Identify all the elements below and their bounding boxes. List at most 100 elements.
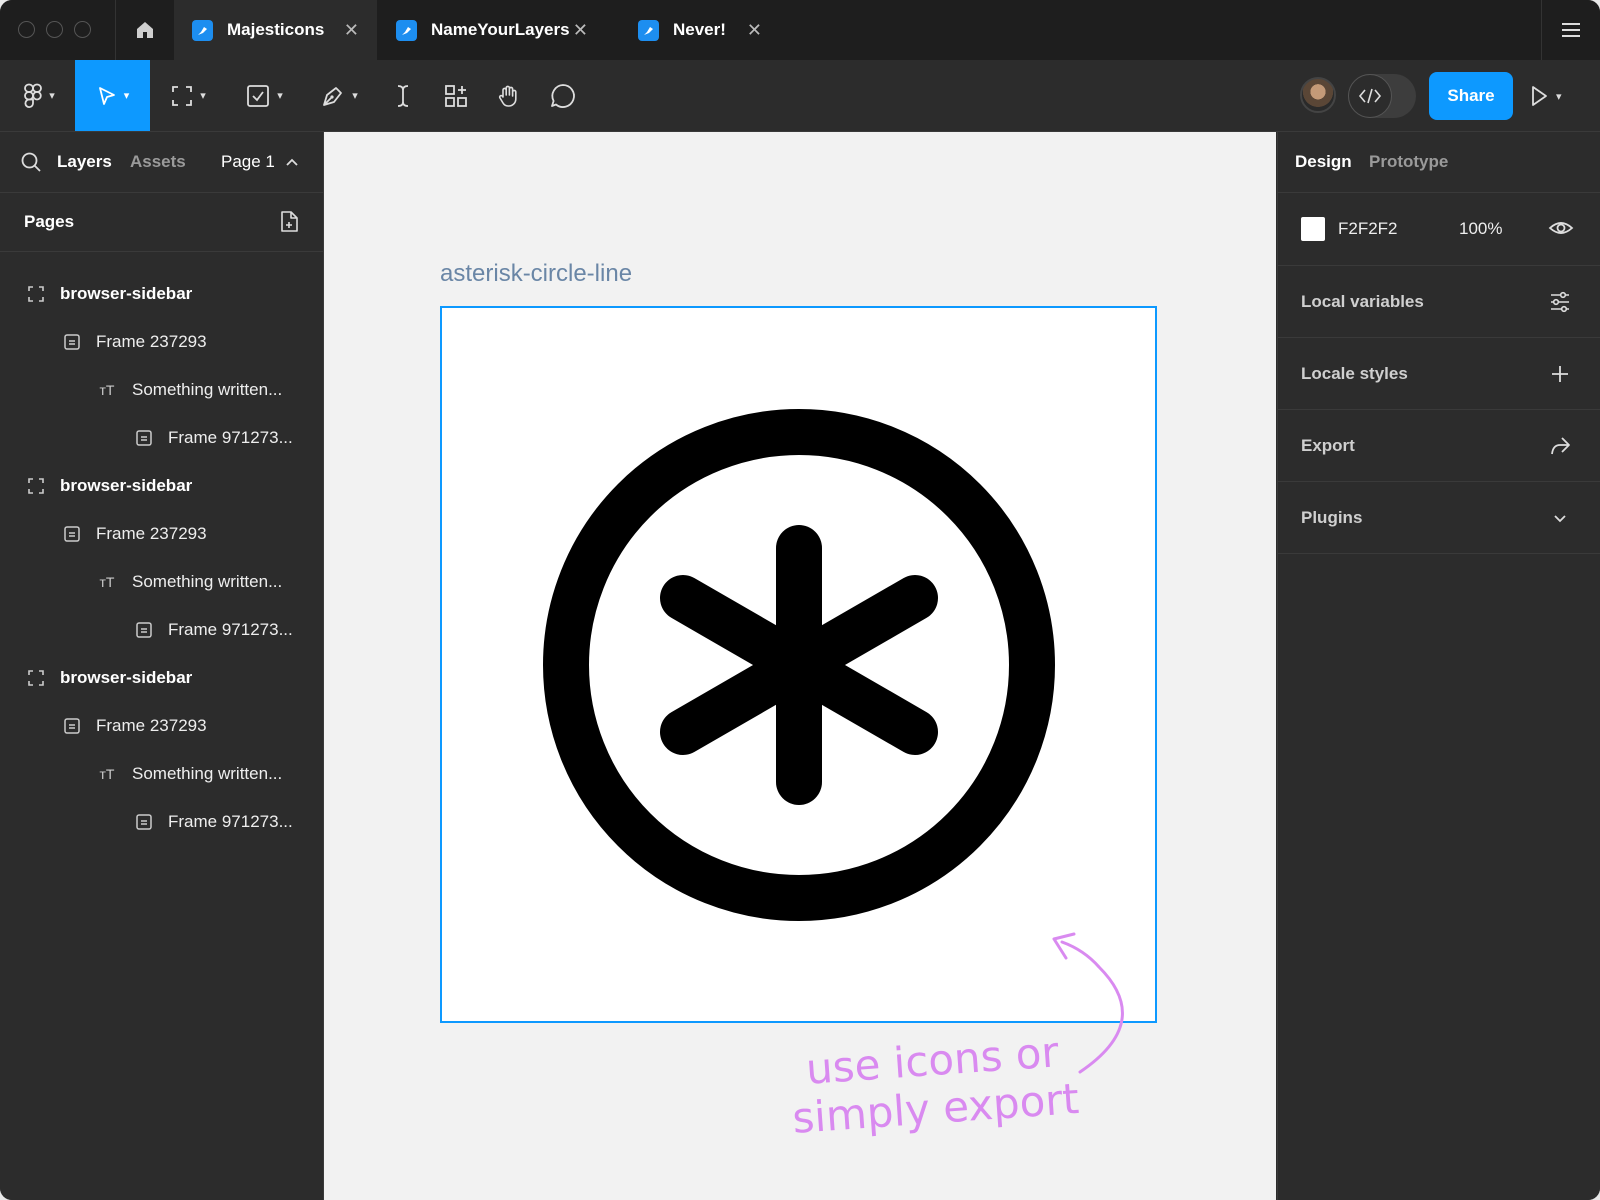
hamburger-icon [1562, 23, 1580, 37]
page-selector-label: Page 1 [221, 152, 275, 171]
chevron-down-icon: ▾ [352, 90, 358, 102]
layer-row[interactable]: Frame 237293 [0, 510, 322, 558]
layer-label: Frame 237293 [96, 332, 207, 351]
shape-tool-button[interactable]: ▾ [236, 60, 292, 131]
tab-assets[interactable]: Assets [130, 152, 186, 172]
share-button[interactable]: Share [1429, 72, 1513, 120]
layer-row[interactable]: Frame 971273... [0, 798, 322, 846]
minimize-window-button[interactable] [46, 21, 63, 38]
text-icon: ᴛT [99, 766, 115, 782]
hand-icon [498, 85, 517, 107]
plus-icon[interactable] [1548, 362, 1572, 386]
pen-tool-button[interactable]: ▾ [310, 60, 368, 131]
figma-file-icon [638, 19, 659, 41]
background-hex-value[interactable]: F2F2F2 [1338, 219, 1398, 239]
background-fill-row: F2F2F2 100% [1278, 193, 1600, 266]
pages-label: Pages [24, 212, 75, 231]
layer-row[interactable]: Frame 971273... [0, 414, 322, 462]
tab-layers[interactable]: Layers [57, 152, 112, 172]
text-tool-button[interactable] [390, 60, 416, 131]
chevron-down-icon: ▾ [123, 90, 130, 102]
share-arrow-icon[interactable] [1548, 434, 1572, 458]
frame-icon [26, 284, 46, 304]
hand-tool-button[interactable] [495, 60, 523, 131]
text-cursor-icon [397, 84, 409, 107]
sliders-icon[interactable] [1548, 290, 1572, 314]
figma-file-icon [192, 19, 213, 41]
layer-row[interactable]: Frame 237293 [0, 318, 322, 366]
layer-row[interactable]: ᴛT Something written... [0, 366, 322, 414]
design-panel: Design Prototype F2F2F2 100% Local varia… [1277, 132, 1600, 1200]
home-button[interactable] [115, 0, 175, 60]
frame-label[interactable]: asterisk-circle-line [440, 260, 632, 288]
layer-row[interactable]: Frame 237293 [0, 702, 322, 750]
tab-label: Majesticons [227, 20, 325, 39]
plugins-section[interactable]: Plugins [1278, 482, 1600, 554]
layer-label: browser-sidebar [60, 284, 193, 303]
user-avatar[interactable] [1300, 77, 1336, 113]
chevron-down-icon[interactable] [1548, 506, 1572, 530]
locale-styles-section[interactable]: Locale styles [1278, 338, 1600, 410]
present-button[interactable]: ▾ [1530, 74, 1562, 118]
layer-row[interactable]: browser-sidebar [0, 270, 322, 318]
pen-icon [323, 86, 343, 106]
frame-layout-icon [62, 716, 82, 736]
eye-icon[interactable] [1548, 217, 1574, 239]
comment-tool-button[interactable] [548, 60, 578, 131]
tab-prototype[interactable]: Prototype [1369, 152, 1448, 172]
layer-row[interactable]: browser-sidebar [0, 654, 322, 702]
resources-button[interactable] [442, 60, 470, 131]
app-window: Majesticons ✕ NameYourLayers ✕ Never! ✕ [0, 0, 1600, 1200]
layer-label: Something written... [132, 572, 283, 591]
section-label: Export [1301, 436, 1355, 455]
tab-nameyourlayers[interactable]: NameYourLayers ✕ [378, 0, 606, 60]
text-icon: ᴛT [99, 574, 115, 590]
layer-label: Frame 971273... [168, 620, 293, 639]
frame-layout-icon [134, 620, 154, 640]
layers-panel: Layers Assets Page 1 Pages browser-sideb… [0, 132, 324, 1200]
tab-never[interactable]: Never! ✕ [620, 0, 762, 60]
code-icon [1348, 74, 1392, 118]
export-section[interactable]: Export [1278, 410, 1600, 482]
left-panel-header: Layers Assets Page 1 [0, 132, 323, 193]
layer-label: Frame 237293 [96, 524, 207, 543]
canvas[interactable]: asterisk-circle-line use icons or simply… [324, 132, 1276, 1200]
search-icon[interactable] [20, 151, 42, 173]
move-tool-button[interactable]: ▾ [75, 60, 150, 131]
section-label: Locale styles [1301, 364, 1408, 383]
window-controls [18, 21, 91, 38]
chevron-down-icon: ▾ [49, 90, 55, 102]
asterisk-circle-line-icon [543, 409, 1055, 921]
background-opacity-value[interactable]: 100% [1459, 219, 1502, 239]
layer-label: Frame 237293 [96, 716, 207, 735]
maximize-window-button[interactable] [74, 21, 91, 38]
close-tab-icon[interactable]: ✕ [573, 20, 588, 41]
close-tab-icon[interactable]: ✕ [344, 20, 359, 41]
layer-label: Frame 971273... [168, 428, 293, 447]
asterisk-frame[interactable] [440, 306, 1157, 1023]
layer-row[interactable]: ᴛT Something written... [0, 558, 322, 606]
dev-mode-toggle[interactable] [1348, 74, 1416, 118]
layer-row[interactable]: ᴛT Something written... [0, 750, 322, 798]
add-page-icon[interactable] [278, 210, 300, 234]
frame-icon [172, 85, 193, 106]
components-grid-icon [445, 84, 467, 107]
frame-layout-icon [134, 428, 154, 448]
chevron-down-icon: ▾ [200, 90, 206, 102]
close-tab-icon[interactable]: ✕ [747, 20, 762, 41]
toolbar: ▾ ▾ ▾ ▾ ▾ Share ▾ [0, 60, 1600, 132]
layer-row[interactable]: Frame 971273... [0, 606, 322, 654]
layer-row[interactable]: browser-sidebar [0, 462, 322, 510]
checkbox-shape-icon [247, 84, 270, 107]
color-swatch[interactable] [1301, 217, 1325, 241]
tab-design[interactable]: Design [1295, 152, 1352, 172]
right-panel-header: Design Prototype [1278, 132, 1600, 193]
frame-tool-button[interactable]: ▾ [160, 60, 216, 131]
comment-icon [551, 83, 575, 108]
tab-majesticons[interactable]: Majesticons ✕ [174, 0, 377, 60]
main-menu-button[interactable]: ▾ [14, 60, 64, 131]
page-selector[interactable]: Page 1 [221, 152, 299, 172]
hamburger-menu-button[interactable] [1541, 0, 1600, 60]
close-window-button[interactable] [18, 21, 35, 38]
local-variables-section[interactable]: Local variables [1278, 266, 1600, 338]
